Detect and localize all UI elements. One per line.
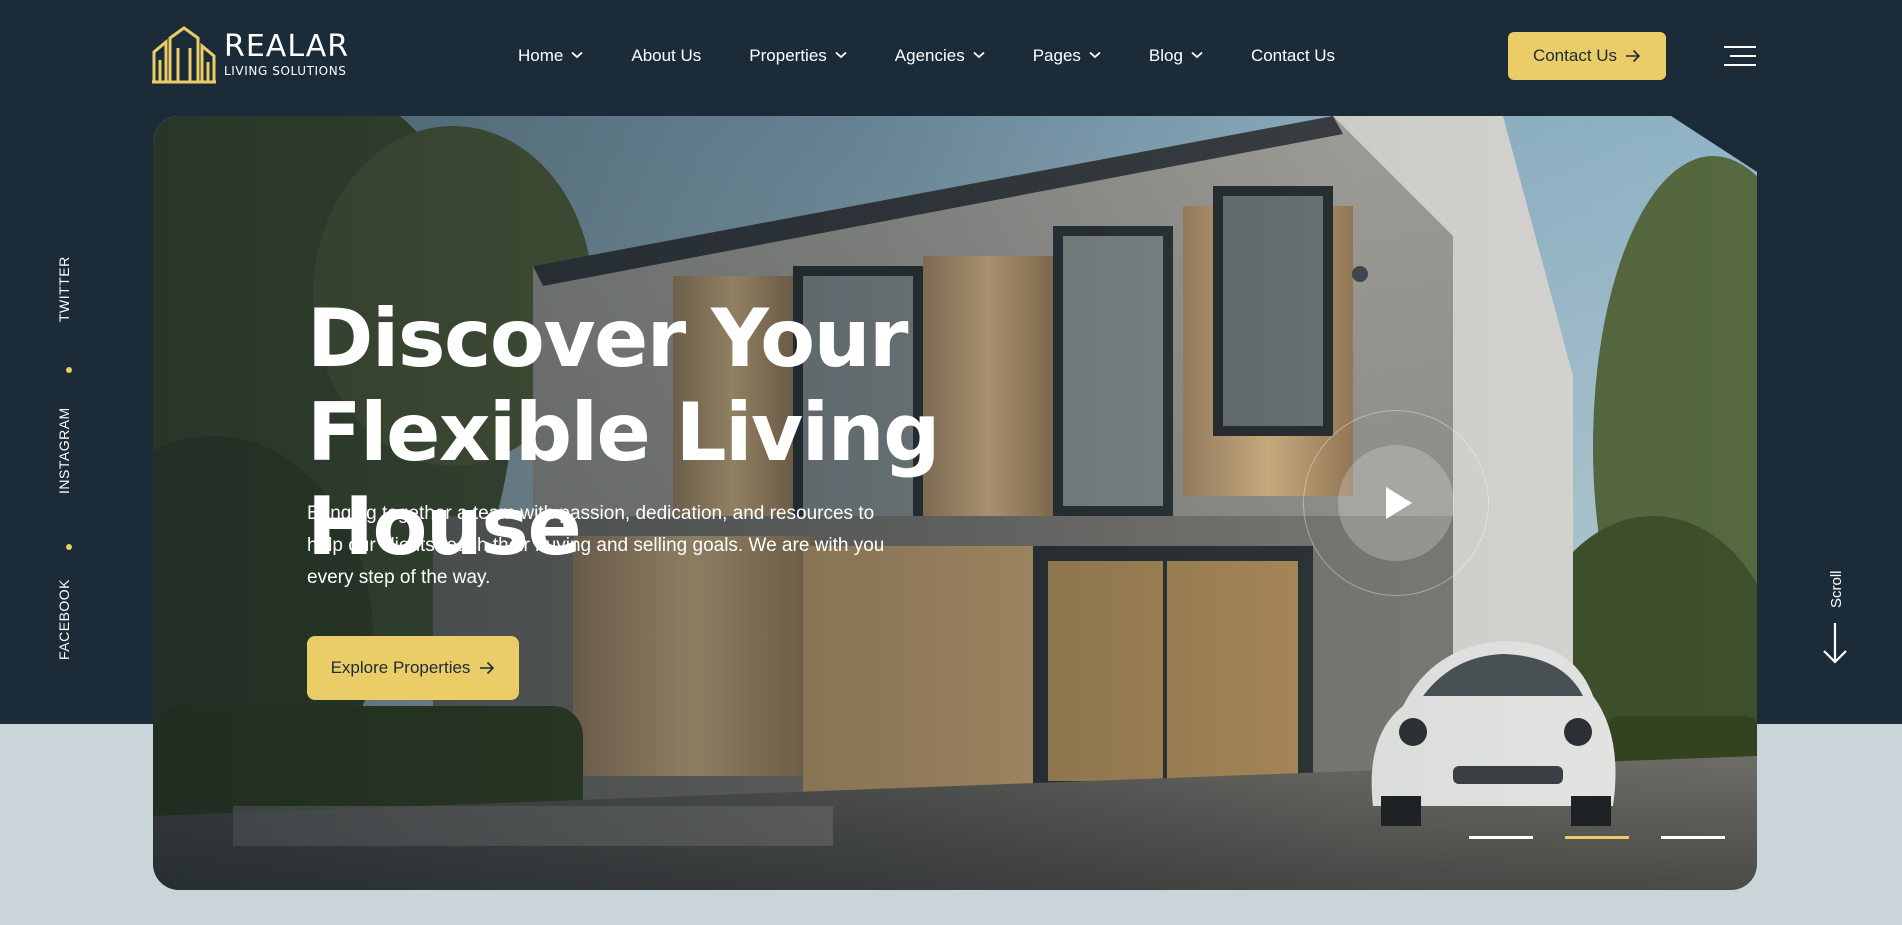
hamburger-menu-icon[interactable]: [1724, 44, 1756, 68]
nav-item-label: Blog: [1148, 46, 1183, 65]
social-link-twitter[interactable]: TWITTER: [56, 256, 72, 322]
menu-line: [1730, 55, 1756, 57]
decorative-dot: [1352, 266, 1368, 282]
nav-item-home[interactable]: Home: [518, 46, 583, 66]
scroll-label: Scroll: [1828, 570, 1845, 608]
social-separator-dot: [66, 544, 72, 550]
slide-indicator-3[interactable]: [1661, 836, 1725, 839]
chevron-down-icon: [835, 51, 847, 59]
chevron-down-icon: [973, 51, 985, 59]
nav-item-about-us[interactable]: About Us: [631, 46, 701, 66]
nav-item-blog[interactable]: Blog: [1149, 46, 1203, 66]
nav-item-agencies[interactable]: Agencies: [895, 46, 985, 66]
explore-properties-button[interactable]: Explore Properties: [307, 636, 519, 700]
main-nav: Home About Us Properties Agencies Pages …: [518, 46, 1335, 66]
chevron-down-icon: [1089, 51, 1101, 59]
menu-line: [1724, 46, 1756, 48]
social-separator-dot: [66, 367, 72, 373]
nav-item-properties[interactable]: Properties: [749, 46, 847, 66]
play-icon: [1386, 487, 1412, 519]
chevron-down-icon: [571, 51, 583, 59]
contact-us-button-label: Contact Us: [1532, 46, 1618, 65]
nav-item-label: Pages: [1032, 46, 1081, 65]
slide-indicator-1[interactable]: [1469, 836, 1533, 839]
explore-properties-button-label: Explore Properties: [330, 658, 471, 677]
contact-us-button[interactable]: Contact Us: [1508, 32, 1666, 80]
menu-line: [1724, 64, 1756, 66]
hero-banner: Discover Your Flexible Living House Brin…: [153, 116, 1757, 890]
play-video-button[interactable]: [1303, 410, 1489, 596]
social-link-facebook[interactable]: FACEBOOK: [56, 579, 72, 660]
hero-title-line: Discover Your: [307, 292, 909, 385]
nav-item-label: Properties: [749, 46, 827, 65]
logo[interactable]: REALAR LIVING SOLUTIONS: [152, 26, 349, 84]
social-link-instagram[interactable]: INSTAGRAM: [56, 407, 72, 494]
arrow-right-icon: [1626, 49, 1641, 63]
arrow-right-icon: [480, 661, 495, 675]
brand-name: REALAR: [224, 29, 350, 64]
brand-tagline: LIVING SOLUTIONS: [224, 64, 347, 78]
house-logo-icon: [152, 26, 216, 84]
play-button-circle: [1338, 445, 1454, 561]
arrow-down-icon[interactable]: [1822, 622, 1848, 664]
slide-indicator-2[interactable]: [1565, 836, 1629, 839]
nav-item-label: About Us: [631, 46, 702, 65]
chevron-down-icon: [1191, 51, 1203, 59]
nav-item-label: Contact Us: [1250, 46, 1336, 65]
nav-item-pages[interactable]: Pages: [1033, 46, 1101, 66]
hero-description: Bringing together a team with passion, d…: [307, 503, 885, 588]
nav-item-contact-us[interactable]: Contact Us: [1251, 46, 1335, 66]
nav-item-label: Agencies: [894, 46, 965, 65]
nav-item-label: Home: [518, 46, 564, 65]
